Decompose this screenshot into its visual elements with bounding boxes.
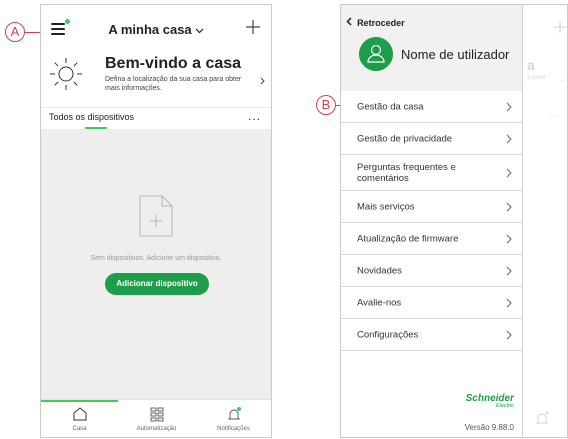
menu-item-label: Gestão da casa <box>357 101 424 112</box>
tab-automation[interactable]: Automatização <box>118 400 195 437</box>
home-icon <box>73 407 86 421</box>
bell-icon <box>227 407 241 420</box>
menu-item-more-services[interactable]: Mais serviços <box>341 191 522 223</box>
welcome-subtitle: Defina a localização da sua casa para ob… <box>105 76 242 92</box>
chevron-right-icon <box>506 134 512 143</box>
tab-automation-label: Automatização <box>136 426 177 432</box>
menu-item-home-management[interactable]: Gestão da casa <box>341 91 522 123</box>
home-header: A minha casa Bem-vindo a casa Defina a l… <box>41 5 271 129</box>
grid-icon <box>150 407 163 422</box>
menu-item-label: Novidades <box>357 265 402 276</box>
side-drawer: Retroceder Nome de utilizador Gestão da … <box>341 5 523 437</box>
add-icon[interactable] <box>245 17 261 39</box>
more-icon: ... <box>549 109 561 120</box>
more-icon[interactable]: ... <box>248 109 261 123</box>
home-screen: A minha casa Bem-vindo a casa Defina a l… <box>40 4 272 438</box>
sun-icon <box>50 58 82 90</box>
menu-item-faq[interactable]: Perguntas frequentes e comentários <box>341 155 522 191</box>
document-add-icon <box>139 195 173 237</box>
chevron-right-icon <box>506 330 512 339</box>
chevron-right-icon <box>506 202 512 211</box>
back-button[interactable]: Retroceder <box>346 17 405 29</box>
menu-item-label: Atualização de firmware <box>357 233 459 244</box>
menu-item-settings[interactable]: Configurações <box>341 319 522 351</box>
chevron-right-icon <box>506 266 512 275</box>
bottom-tab-bar: Casa Automatização Notificações <box>41 399 271 437</box>
background-home-peek: a a obter › ... <box>523 5 567 437</box>
chevron-right-icon <box>260 77 265 87</box>
chevron-down-icon <box>195 22 204 37</box>
add-icon <box>553 17 567 40</box>
brand-logo: Schneider Electric <box>466 393 514 409</box>
drawer-header: Retroceder Nome de utilizador <box>341 5 522 91</box>
chevron-right-icon <box>506 102 512 111</box>
tab-notifications-label: Notificações <box>217 426 250 432</box>
menu-item-rate-us[interactable]: Avalie-nos <box>341 287 522 319</box>
user-avatar-icon[interactable] <box>359 37 393 71</box>
chevron-right-icon: › <box>561 78 564 85</box>
tab-all-devices[interactable]: Todos os dispositivos <box>49 112 134 122</box>
menu-item-label: Gestão de privacidade <box>357 133 453 144</box>
side-menu-screen: a a obter › ... Retroceder Nome de utili… <box>340 4 568 438</box>
tab-home-label: Casa <box>72 426 87 432</box>
welcome-title: Bem-vindo a casa <box>105 55 242 72</box>
tab-notifications[interactable]: Notificações <box>195 400 271 437</box>
callout-b: B <box>316 95 336 115</box>
menu-item-label: Configurações <box>357 329 419 340</box>
bell-icon <box>535 411 549 424</box>
user-name[interactable]: Nome de utilizador <box>401 47 509 62</box>
drawer-menu: Gestão da casa Gestão de privacidade Per… <box>341 91 522 351</box>
peek-title-fragment: a <box>527 57 535 73</box>
tab-active-indicator <box>41 400 118 402</box>
empty-message: Sem dispositivos. Adicione um dispositiv… <box>90 255 222 262</box>
back-label: Retroceder <box>357 18 405 28</box>
callout-a: A <box>5 22 25 42</box>
chevron-right-icon <box>506 168 512 177</box>
add-device-button[interactable]: Adicionar dispositivo <box>105 273 209 295</box>
tab-home[interactable]: Casa <box>41 400 118 437</box>
menu-item-firmware-update[interactable]: Atualização de firmware <box>341 223 522 255</box>
menu-item-label: Perguntas frequentes e comentários <box>357 161 456 184</box>
welcome-card[interactable]: Bem-vindo a casa Defina a localização da… <box>49 53 269 101</box>
chevron-right-icon <box>506 234 512 243</box>
menu-item-label: Avalie-nos <box>357 297 402 308</box>
menu-item-label: Mais serviços <box>357 201 415 212</box>
chevron-left-icon <box>346 17 355 29</box>
menu-item-news[interactable]: Novidades <box>341 255 522 287</box>
peek-text-fragment: a obter <box>527 75 546 81</box>
menu-item-privacy[interactable]: Gestão de privacidade <box>341 123 522 155</box>
home-title: A minha casa <box>108 22 192 37</box>
devices-tab-bar: Todos os dispositivos ... <box>41 107 271 129</box>
chevron-right-icon <box>506 298 512 307</box>
tab-active-indicator <box>85 127 107 129</box>
app-version: Versão 9.88.0 <box>464 423 514 432</box>
home-selector[interactable]: A minha casa <box>41 22 271 37</box>
